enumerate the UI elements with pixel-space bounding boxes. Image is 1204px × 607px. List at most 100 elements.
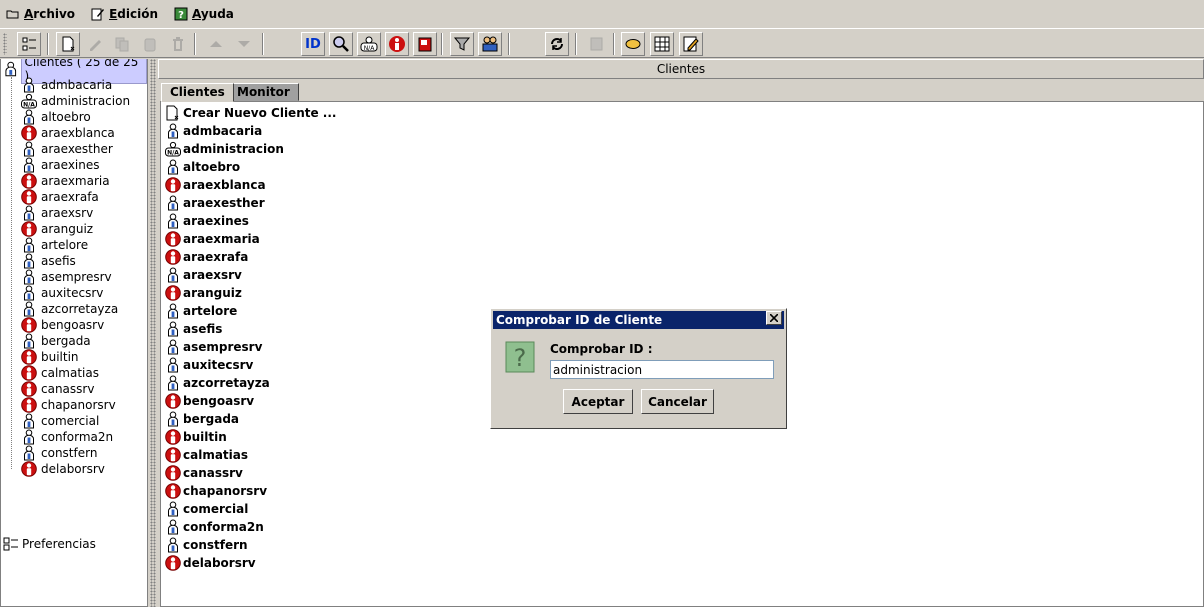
- tree-view-button[interactable]: [17, 32, 41, 56]
- list-item[interactable]: araexblanca: [165, 176, 266, 194]
- error-clients-button[interactable]: [385, 32, 409, 56]
- view-button[interactable]: [621, 32, 645, 56]
- menu-edicion[interactable]: Edición: [91, 7, 158, 21]
- tree-item[interactable]: builtin: [21, 349, 79, 365]
- client-id-input[interactable]: [550, 360, 774, 379]
- users-icon: [482, 36, 498, 52]
- list-item[interactable]: delaborsrv: [165, 554, 256, 572]
- tree-item-label: altoebro: [41, 110, 91, 124]
- tree-item[interactable]: asempresrv: [21, 269, 112, 285]
- list-item[interactable]: auxitecsrv: [165, 356, 253, 374]
- tree-item[interactable]: araexmaria: [21, 173, 110, 189]
- error-user-icon: [21, 381, 37, 397]
- users-button[interactable]: [478, 32, 502, 56]
- list-item[interactable]: builtin: [165, 428, 227, 446]
- tree-item[interactable]: conforma2n: [21, 429, 113, 445]
- sync-icon: [551, 38, 563, 50]
- dialog-close-button[interactable]: [766, 311, 782, 325]
- tree-item[interactable]: bengoasrv: [21, 317, 104, 333]
- create-client-item[interactable]: Crear Nuevo Cliente ...: [165, 104, 336, 122]
- tree-preferences[interactable]: Preferencias: [3, 536, 96, 552]
- tree-item[interactable]: araexrafa: [21, 189, 99, 205]
- tree-item[interactable]: azcorretayza: [21, 301, 118, 317]
- copy-button[interactable]: [110, 32, 134, 56]
- list-item[interactable]: altoebro: [165, 158, 240, 176]
- list-item[interactable]: araexines: [165, 212, 249, 230]
- tree-item[interactable]: araexesther: [21, 141, 113, 157]
- list-item[interactable]: araexesther: [165, 194, 265, 212]
- list-item-label: bergada: [183, 412, 240, 426]
- tree-item[interactable]: asefis: [21, 253, 76, 269]
- delete-button[interactable]: [166, 32, 190, 56]
- tree-item[interactable]: araexblanca: [21, 125, 115, 141]
- list-item[interactable]: comercial: [165, 500, 248, 518]
- tree-item[interactable]: comercial: [21, 413, 99, 429]
- menu-archivo-label: Archivo: [24, 7, 76, 21]
- list-item[interactable]: bergada: [165, 410, 239, 428]
- move-down-button[interactable]: [232, 32, 256, 56]
- tree-item[interactable]: delaborsrv: [21, 461, 105, 477]
- list-item[interactable]: artelore: [165, 302, 237, 320]
- sync-button[interactable]: [545, 32, 569, 56]
- na-clients-button[interactable]: N/A: [357, 32, 381, 56]
- client-tree[interactable]: Clientes ( 25 de 25 ) admbacaria N/A admin…: [0, 59, 148, 607]
- user-icon: [168, 123, 178, 139]
- edit-form-button[interactable]: [679, 32, 703, 56]
- tree-item[interactable]: chapanorsrv: [21, 397, 116, 413]
- search-button[interactable]: [329, 32, 353, 56]
- grid-button[interactable]: [650, 32, 674, 56]
- dialog-title-bar[interactable]: Comprobar ID de Cliente: [493, 311, 784, 329]
- user-icon: [168, 267, 178, 283]
- list-item[interactable]: araexsrv: [165, 266, 242, 284]
- cancel-button[interactable]: Cancelar: [641, 389, 714, 414]
- new-client-button[interactable]: [56, 32, 80, 56]
- tree-item[interactable]: araexines: [21, 157, 100, 173]
- move-up-button[interactable]: [204, 32, 228, 56]
- splitter[interactable]: [148, 59, 158, 607]
- list-item[interactable]: asefis: [165, 320, 222, 338]
- list-item[interactable]: aranguiz: [165, 284, 242, 302]
- tree-item[interactable]: N/A administracion: [21, 93, 130, 109]
- tree-item[interactable]: calmatias: [21, 365, 99, 381]
- menu-ayuda[interactable]: ? Ayuda: [174, 7, 234, 21]
- list-item[interactable]: constfern: [165, 536, 248, 554]
- tree-item[interactable]: araexsrv: [21, 205, 93, 221]
- tree-item[interactable]: aranguiz: [21, 221, 93, 237]
- tab-clientes[interactable]: Clientes: [161, 83, 234, 102]
- list-item-label: constfern: [183, 538, 248, 552]
- list-item[interactable]: azcorretayza: [165, 374, 270, 392]
- list-item[interactable]: araexmaria: [165, 230, 260, 248]
- book-button[interactable]: [413, 32, 437, 56]
- tree-item[interactable]: canassrv: [21, 381, 94, 397]
- list-item[interactable]: bengoasrv: [165, 392, 254, 410]
- filter-button[interactable]: [450, 32, 474, 56]
- paste-button[interactable]: [138, 32, 162, 56]
- tree-item[interactable]: constfern: [21, 445, 97, 461]
- menu-archivo[interactable]: Archivo: [6, 7, 75, 21]
- tab-monitor[interactable]: Monitor: [228, 83, 299, 101]
- list-item[interactable]: chapanorsrv: [165, 482, 267, 500]
- list-item[interactable]: N/A administracion: [165, 140, 284, 158]
- tree-item[interactable]: artelore: [21, 237, 88, 253]
- list-item[interactable]: calmatias: [165, 446, 248, 464]
- list-item[interactable]: asempresrv: [165, 338, 262, 356]
- tree-item[interactable]: auxitecsrv: [21, 285, 103, 301]
- tree-root-clients[interactable]: Clientes ( 25 de 25 ): [3, 59, 147, 84]
- tree-item-label: comercial: [41, 414, 100, 428]
- list-item-label: araexmaria: [183, 232, 260, 246]
- tree-item[interactable]: admbacaria: [21, 77, 112, 93]
- accept-button[interactable]: Aceptar: [563, 389, 633, 414]
- list-item[interactable]: conforma2n: [165, 518, 264, 536]
- disabled-tool-button[interactable]: [585, 32, 609, 56]
- list-item[interactable]: canassrv: [165, 464, 243, 482]
- tree-item[interactable]: altoebro: [21, 109, 91, 125]
- toolbar-grip[interactable]: [3, 33, 7, 55]
- na-user-icon: N/A: [360, 36, 378, 52]
- check-id-button[interactable]: ID: [301, 32, 325, 56]
- tree-item-label: calmatias: [41, 366, 99, 380]
- list-item[interactable]: admbacaria: [165, 122, 262, 140]
- trash-icon: [173, 37, 183, 51]
- edit-button[interactable]: [83, 32, 107, 56]
- tree-item[interactable]: bergada: [21, 333, 91, 349]
- list-item[interactable]: araexrafa: [165, 248, 248, 266]
